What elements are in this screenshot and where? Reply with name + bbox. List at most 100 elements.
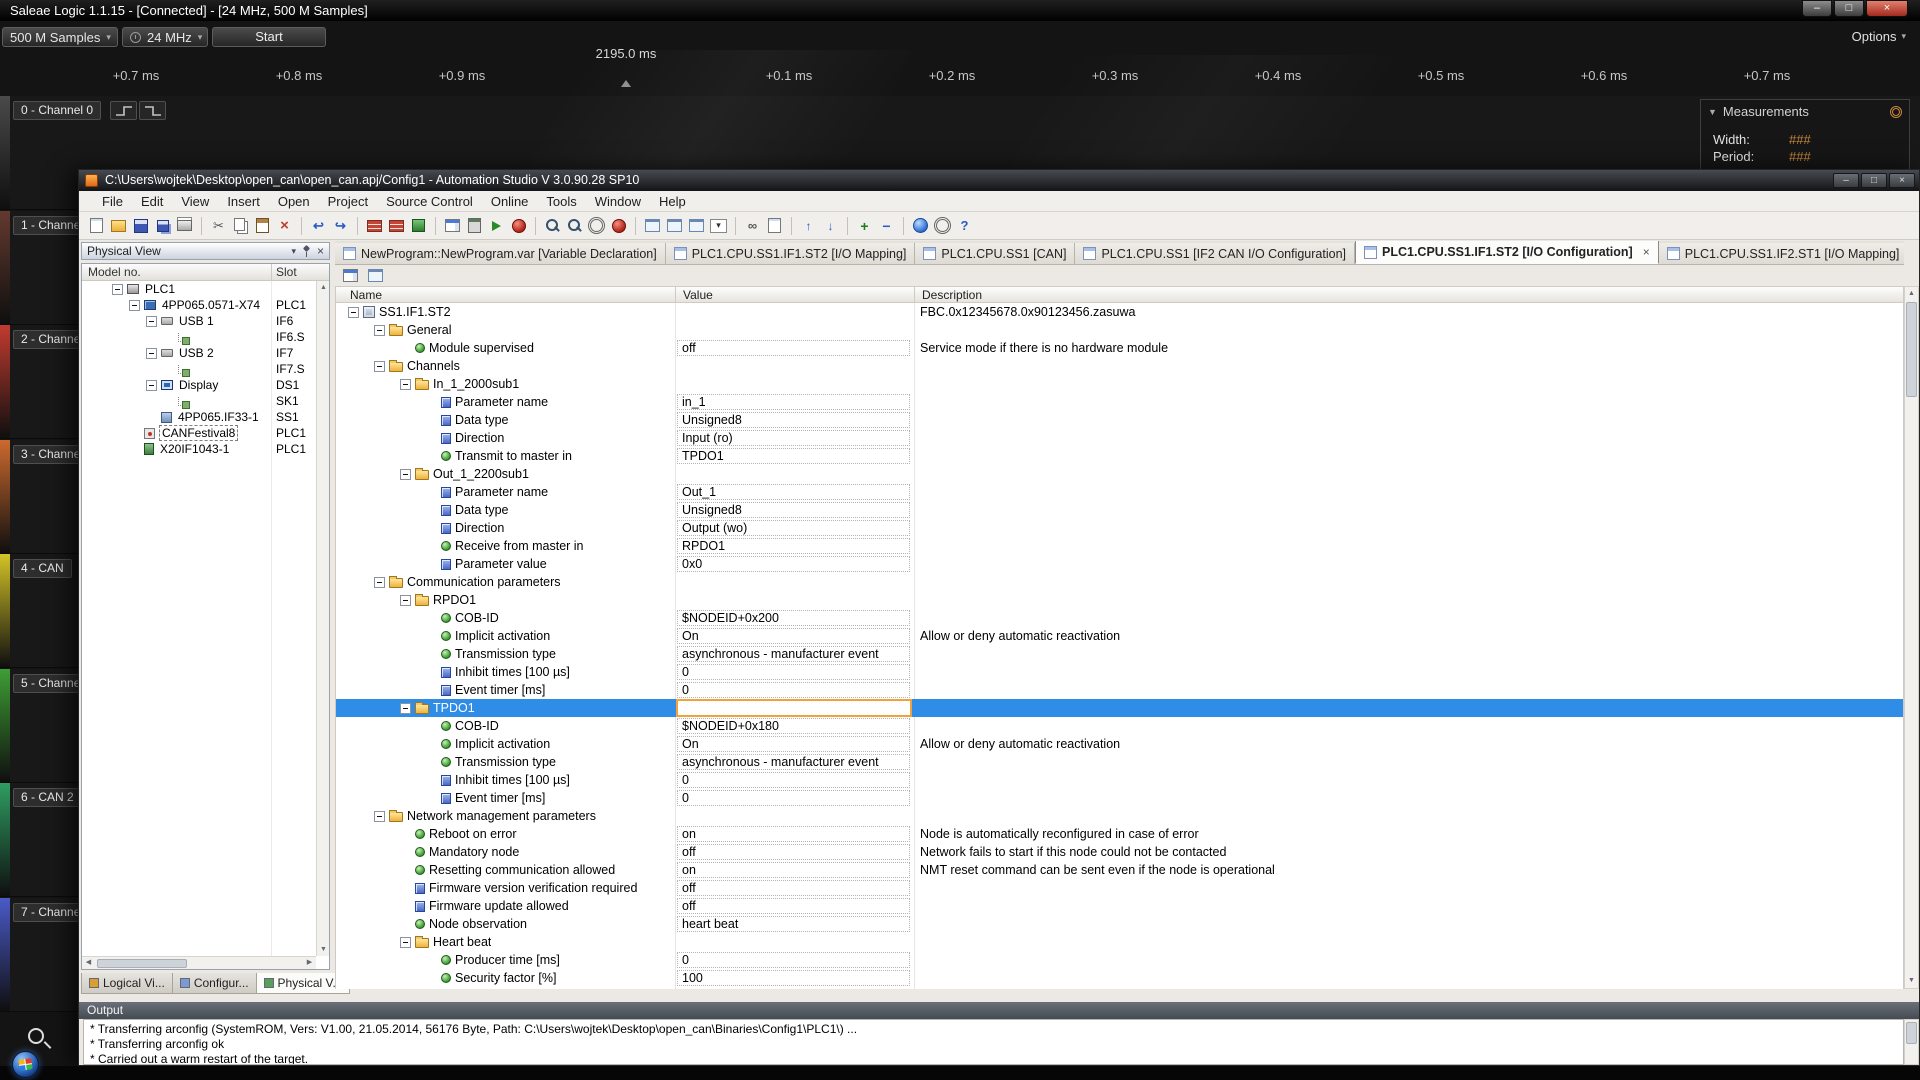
config-value[interactable]: Output (wo) <box>677 520 910 536</box>
expand-toggle[interactable] <box>400 936 411 948</box>
config-row[interactable]: Event timer [ms] 0 <box>336 681 1903 699</box>
vertical-scrollbar[interactable]: ▲ ▼ <box>1904 286 1919 989</box>
expand-toggle[interactable] <box>374 360 385 372</box>
config-row[interactable]: Parameter name in_1 <box>336 393 1903 411</box>
panel-header[interactable]: Physical View ▾ × <box>81 242 330 260</box>
expand-toggle[interactable] <box>400 594 411 606</box>
config-row[interactable]: Transmission type asynchronous - manufact… <box>336 645 1903 663</box>
gear-icon[interactable] <box>1890 105 1902 118</box>
config-value[interactable]: TPDO1 <box>677 448 910 464</box>
open-project-icon[interactable] <box>109 216 128 235</box>
view-tab-logical-vi-[interactable]: Logical Vi... <box>81 973 173 994</box>
find-icon[interactable] <box>543 216 562 235</box>
config-row[interactable]: Event timer [ms] 0 <box>336 789 1903 807</box>
close-button[interactable]: × <box>1889 173 1915 188</box>
config-value[interactable]: 0 <box>677 772 910 788</box>
run-icon[interactable] <box>487 216 506 235</box>
config-value[interactable]: On <box>677 628 910 644</box>
expand-toggle[interactable] <box>400 702 411 714</box>
config-value[interactable]: 0x0 <box>677 556 910 572</box>
editor-tab-0[interactable]: NewProgram::NewProgram.var [Variable Dec… <box>335 243 666 264</box>
build-icon[interactable] <box>365 216 384 235</box>
config-row[interactable]: RPDO1 <box>336 591 1903 609</box>
config-row[interactable]: Parameter value 0x0 <box>336 555 1903 573</box>
help-icon[interactable] <box>955 216 974 235</box>
rebuild-icon[interactable] <box>387 216 406 235</box>
column-chooser-icon[interactable] <box>341 266 360 285</box>
config-row[interactable]: Heart beat <box>336 933 1903 951</box>
menu-window[interactable]: Window <box>586 194 650 209</box>
config-row[interactable]: General <box>336 321 1903 339</box>
expand-toggle[interactable] <box>146 315 157 327</box>
expand-toggle[interactable] <box>374 324 385 336</box>
save-icon[interactable] <box>131 216 150 235</box>
expand-toggle[interactable] <box>348 306 359 318</box>
search-icon[interactable] <box>28 1028 44 1044</box>
menu-insert[interactable]: Insert <box>218 194 269 209</box>
config-row[interactable]: Module supervised off Service mode if ther… <box>336 339 1903 357</box>
config-value[interactable]: Out_1 <box>677 484 910 500</box>
config-row[interactable]: Implicit activation On Allow or deny autom… <box>336 627 1903 645</box>
config-row[interactable]: Firmware version verification required of… <box>336 879 1903 897</box>
config-row[interactable]: Out_1_2200sub1 <box>336 465 1903 483</box>
device-row[interactable]: SK1 <box>82 393 329 409</box>
config-value[interactable]: 0 <box>677 952 910 968</box>
config-row[interactable]: COB-ID $NODEID+0x180 <box>336 717 1903 735</box>
config-value[interactable]: on <box>677 826 910 842</box>
web-icon[interactable] <box>911 216 930 235</box>
menu-tools[interactable]: Tools <box>537 194 585 209</box>
config-row[interactable]: Inhibit times [100 µs] 0 <box>336 771 1903 789</box>
windows-start-button[interactable] <box>12 1051 39 1078</box>
config-value[interactable]: off <box>677 880 910 896</box>
config-value[interactable]: $NODEID+0x180 <box>677 718 910 734</box>
config-value[interactable]: off <box>677 844 910 860</box>
scroll-down-icon[interactable]: ▼ <box>317 943 329 956</box>
close-icon[interactable]: × <box>317 245 324 257</box>
menu-source-control[interactable]: Source Control <box>377 194 482 209</box>
config-row[interactable]: COB-ID $NODEID+0x200 <box>336 609 1903 627</box>
editor-tab-4[interactable]: PLC1.CPU.SS1.IF1.ST2 [I/O Configuration]… <box>1355 241 1659 264</box>
config-row[interactable]: Mandatory node off Network fails to start … <box>336 843 1903 861</box>
expand-toggle[interactable] <box>374 810 385 822</box>
config-row[interactable]: SS1.IF1.ST2 FBC.0x12345678.0x90123456.zas… <box>336 303 1903 321</box>
expand-toggle[interactable] <box>146 347 157 359</box>
device-row[interactable]: 4PP065.0571-X74 PLC1 <box>82 297 329 313</box>
editor-tab-1[interactable]: PLC1.CPU.SS1.IF1.ST2 [I/O Mapping] <box>665 243 916 264</box>
scroll-up-icon[interactable]: ▲ <box>1905 287 1918 301</box>
menu-edit[interactable]: Edit <box>132 194 172 209</box>
config-row[interactable]: Transmit to master in TPDO1 <box>336 447 1903 465</box>
scrollbar-thumb[interactable] <box>1906 302 1917 397</box>
config-value[interactable]: Unsigned8 <box>677 502 910 518</box>
online-settings-icon[interactable] <box>587 216 606 235</box>
vertical-scrollbar[interactable] <box>1904 1019 1919 1065</box>
zoom-out-icon[interactable] <box>877 216 896 235</box>
config-row[interactable]: Receive from master in RPDO1 <box>336 537 1903 555</box>
config-value[interactable]: On <box>677 736 910 752</box>
insert-link-icon[interactable] <box>743 216 762 235</box>
device-row[interactable]: CANFestival8 PLC1 <box>82 425 329 441</box>
config-value[interactable]: Unsigned8 <box>677 412 910 428</box>
undo-icon[interactable] <box>309 216 328 235</box>
pin-icon[interactable] <box>302 245 311 257</box>
config-value[interactable]: Input (ro) <box>677 430 910 446</box>
config-value[interactable]: $NODEID+0x200 <box>677 610 910 626</box>
timeline-ruler[interactable]: +0.7 ms +0.8 ms +0.9 ms +0.1 ms +0.2 ms +0.3 … <box>0 68 1920 86</box>
move-down-icon[interactable] <box>821 216 840 235</box>
device-row[interactable]: 4PP065.IF33-1 SS1 <box>82 409 329 425</box>
config-row[interactable]: Transmission type asynchronous - manufact… <box>336 753 1903 771</box>
view-tab-configur-[interactable]: Configur... <box>171 973 257 994</box>
scroll-up-icon[interactable]: ▲ <box>317 281 329 294</box>
menu-view[interactable]: View <box>172 194 218 209</box>
open-declaration-icon[interactable] <box>765 216 784 235</box>
config-row[interactable]: In_1_2000sub1 <box>336 375 1903 393</box>
config-value[interactable]: heart beat <box>677 916 910 932</box>
trace-window-icon[interactable] <box>665 216 684 235</box>
trigger-rising-edge-button[interactable] <box>110 101 137 120</box>
device-row[interactable]: Display DS1 <box>82 377 329 393</box>
maximize-button[interactable]: □ <box>1861 173 1887 188</box>
expand-toggle[interactable] <box>374 576 385 588</box>
editor-tab-5[interactable]: PLC1.CPU.SS1.IF2.ST1 [I/O Mapping] <box>1658 243 1904 264</box>
close-button[interactable]: × <box>1866 0 1908 17</box>
device-row[interactable]: IF6.S <box>82 329 329 345</box>
new-file-icon[interactable] <box>87 216 106 235</box>
